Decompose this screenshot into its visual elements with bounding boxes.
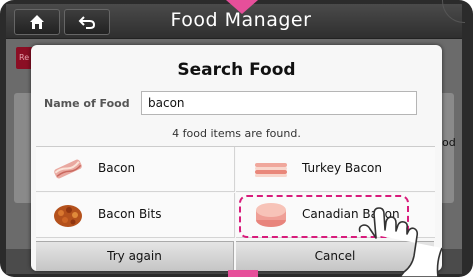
bacon-icon <box>54 159 82 179</box>
device-frame: Food Manager Re od Search Food Name of F… <box>0 0 473 277</box>
food-item-bacon[interactable]: Bacon <box>36 147 235 192</box>
result-count-text: 4 food items are found. <box>172 127 301 140</box>
food-item-label: Bacon <box>98 161 136 175</box>
pointing-hand-icon <box>358 207 442 277</box>
food-search-input[interactable]: bacon <box>141 91 417 115</box>
home-icon <box>30 15 44 29</box>
food-item-turkey-bacon[interactable]: Turkey Bacon <box>236 147 435 192</box>
food-item-label: Bacon Bits <box>98 207 162 221</box>
bacon-bits-icon <box>54 205 82 227</box>
back-arrow-icon <box>78 16 96 29</box>
back-button[interactable] <box>64 9 110 35</box>
food-item-bacon-bits[interactable]: Bacon Bits <box>36 193 235 238</box>
dialog-title: Search Food <box>177 60 296 80</box>
turkey-bacon-icon <box>255 163 287 177</box>
try-again-button[interactable]: Try again <box>36 241 234 271</box>
home-button[interactable] <box>14 9 60 35</box>
top-pointer-arrow <box>226 0 258 14</box>
bottom-pointer-marker <box>228 270 258 277</box>
food-item-label: Turkey Bacon <box>302 161 382 175</box>
background-side-text: od <box>442 136 456 149</box>
name-of-food-label: Name of Food <box>44 97 130 110</box>
